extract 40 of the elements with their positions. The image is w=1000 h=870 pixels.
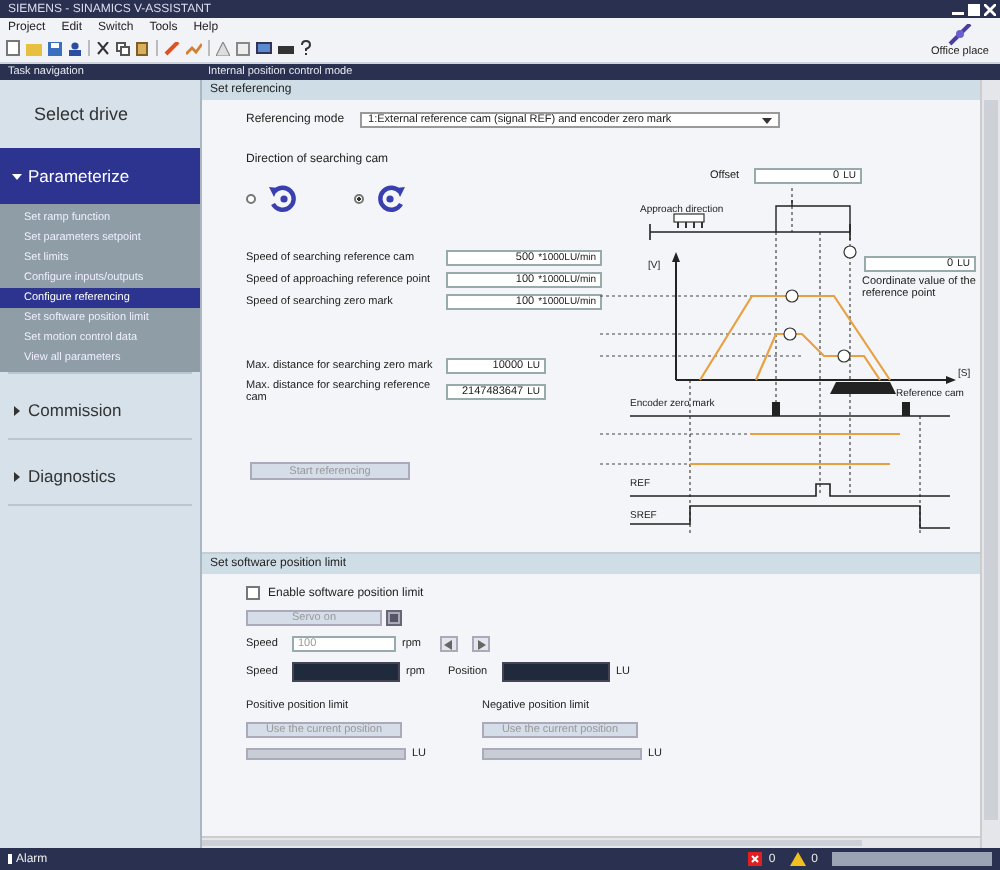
monitor-icon[interactable] bbox=[256, 41, 272, 55]
user-icon[interactable] bbox=[68, 41, 82, 55]
limit-input[interactable] bbox=[246, 748, 406, 760]
dropdown-arrow-icon bbox=[762, 117, 773, 123]
nav-step[interactable]: Commission bbox=[0, 382, 200, 438]
limit-input[interactable] bbox=[482, 748, 642, 760]
error-icon bbox=[748, 852, 763, 866]
direction-radio[interactable] bbox=[354, 194, 364, 204]
jog-backward-button[interactable] bbox=[440, 636, 458, 652]
counterclockwise-icon bbox=[268, 184, 298, 214]
readout-field bbox=[292, 662, 400, 682]
jog-forward-button[interactable] bbox=[472, 636, 490, 652]
velocity-axis bbox=[672, 252, 680, 381]
clockwise-icon bbox=[376, 184, 406, 214]
nav-step[interactable]: Parameterize bbox=[0, 148, 200, 204]
connection-icon[interactable] bbox=[948, 23, 972, 45]
save-icon[interactable] bbox=[48, 41, 62, 55]
direction-radio[interactable] bbox=[246, 194, 256, 204]
enable-checkbox[interactable] bbox=[246, 586, 260, 600]
cut-icon[interactable] bbox=[96, 41, 110, 55]
vertical-scrollbar[interactable] bbox=[980, 80, 1000, 848]
help-icon[interactable] bbox=[300, 40, 312, 56]
nav-step[interactable]: Diagnostics bbox=[0, 448, 200, 504]
warning-icon[interactable] bbox=[216, 41, 230, 55]
readout-field bbox=[502, 662, 610, 682]
paste-icon[interactable] bbox=[136, 41, 150, 55]
maximize-icon[interactable] bbox=[968, 3, 980, 15]
pencil-icon[interactable] bbox=[164, 41, 180, 55]
warning-icon bbox=[789, 852, 806, 866]
close-icon[interactable] bbox=[984, 3, 996, 15]
copy-icon[interactable] bbox=[116, 41, 130, 55]
step-marker bbox=[783, 245, 857, 363]
nav-step[interactable]: Select drive bbox=[0, 80, 200, 148]
horizontal-scrollbar[interactable] bbox=[202, 836, 980, 848]
reference-cam-block bbox=[830, 382, 896, 394]
new-icon[interactable] bbox=[6, 40, 20, 56]
window-icon[interactable] bbox=[236, 41, 250, 55]
offset-bracket bbox=[775, 199, 851, 233]
cam-icon bbox=[673, 213, 705, 229]
lamp-icon bbox=[386, 610, 402, 626]
